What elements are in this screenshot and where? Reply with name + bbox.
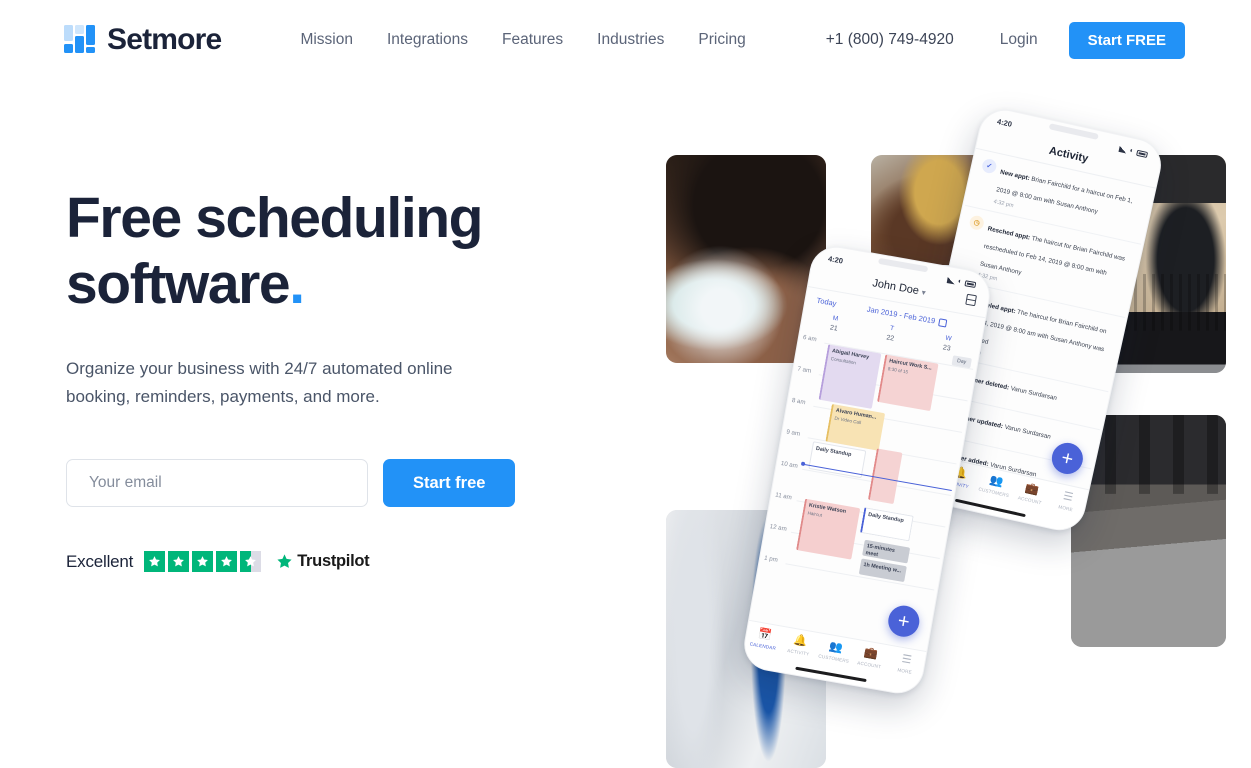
tab-activity[interactable]: 🔔 ACTIVITY (780, 633, 819, 658)
tab-label: ACCOUNT (1017, 495, 1043, 506)
tab-label: MORE (897, 667, 913, 675)
calendar-event[interactable]: Abigail Harvey Consultation (818, 344, 882, 409)
tab-account[interactable]: 💼 ACCOUNT (1011, 480, 1051, 507)
hero-subtitle: Organize your business with 24/7 automat… (66, 359, 453, 406)
hero-title-accent-dot: . (289, 252, 305, 316)
phone-number-link[interactable]: +1 (800) 749-4920 (826, 31, 954, 49)
people-icon: 👥 (988, 473, 1005, 489)
activity-text: The haircut for Brian Fairchild was resc… (979, 234, 1126, 277)
tab-label: MORE (1057, 504, 1074, 513)
start-free-header-button[interactable]: Start FREE (1068, 21, 1185, 59)
signal-icon (946, 276, 956, 284)
star-icon (168, 551, 190, 572)
tab-customers[interactable]: 👥 CUSTOMERS (816, 639, 855, 664)
calendar-event[interactable]: Haircut Work S... 8:30 of 15 (877, 354, 939, 412)
hero-content: Free scheduling software. Organize your … (66, 185, 586, 572)
hour-label: 12 am (769, 523, 788, 533)
start-free-hero-button[interactable]: Start free (383, 459, 516, 507)
clock-icon: ◷ (968, 213, 986, 231)
battery-icon (964, 279, 977, 288)
tab-label: ACTIVITY (786, 647, 810, 657)
bell-icon: 🔔 (792, 633, 809, 649)
email-input[interactable] (66, 459, 368, 507)
event-title: Daily Standup (867, 511, 905, 525)
brand-name: Setmore (107, 23, 222, 56)
signup-form: Start free (66, 459, 586, 507)
status-time: 4:20 (996, 116, 1013, 129)
hour-label: 6 am (802, 333, 818, 344)
trustpilot-star-icon (277, 554, 292, 568)
add-appointment-fab[interactable]: + (885, 603, 922, 640)
check-icon: ✓ (980, 157, 998, 175)
login-link[interactable]: Login (1000, 31, 1038, 49)
tab-label: CUSTOMERS (978, 486, 1010, 499)
star-icon (192, 551, 214, 572)
star-half-icon (240, 551, 262, 572)
activity-kind: New appt: (999, 168, 1031, 183)
calendar-event[interactable]: Daily Standup (859, 507, 914, 542)
hour-label: 1 pm (763, 554, 779, 564)
today-button[interactable]: Today (816, 296, 837, 308)
tab-label: CUSTOMERS (818, 653, 850, 664)
page-title: Free scheduling software. (66, 185, 586, 317)
user-menu[interactable]: John Doe▾ (871, 277, 926, 298)
people-icon: 👥 (827, 640, 844, 655)
tab-calendar[interactable]: 📅 CALENDAR (745, 627, 784, 652)
event-title: 1h Meeting w... (862, 561, 902, 575)
chevron-down-icon: ▾ (920, 287, 927, 298)
calendar-picker-icon[interactable] (938, 317, 948, 328)
menu-icon: ☰ (900, 653, 913, 667)
hour-label: 7 am (796, 365, 812, 375)
nav-item-mission[interactable]: Mission (283, 31, 370, 49)
hour-label: 8 am (791, 396, 807, 407)
calendar-event[interactable]: Kristie Watson Haircut (796, 498, 861, 560)
calendar-icon: 📅 (757, 627, 773, 642)
tab-customers[interactable]: 👥 CUSTOMERS (975, 472, 1015, 499)
tab-more[interactable]: ☰ MORE (886, 652, 925, 677)
site-header: Setmore Mission Integrations Features In… (0, 0, 1251, 80)
brand-logo-link[interactable]: Setmore (64, 23, 222, 57)
event-title: Daily Standup (815, 445, 852, 459)
tab-account[interactable]: 💼 ACCOUNT (851, 645, 890, 670)
user-name: John Doe (871, 277, 920, 298)
signal-icon (1118, 145, 1128, 153)
calendar-grid: 6 am 7 am 8 am 9 am 10 am 11 am 12 am 1 … (756, 333, 977, 610)
hero-image-collage: 4:20 ◐ Activity ✓ New appt: Brian Fairch… (666, 104, 1226, 768)
wifi-icon: ◐ (1128, 147, 1135, 155)
header-actions: +1 (800) 749-4920 Login Start FREE (826, 21, 1185, 59)
tab-label: ACCOUNT (856, 660, 882, 670)
trustpilot-rating[interactable]: Excellent Trustpilot (66, 551, 586, 572)
list-view-icon[interactable] (965, 293, 977, 307)
trustpilot-stars (144, 551, 262, 572)
trustpilot-logo: Trustpilot (276, 552, 370, 571)
status-time: 4:20 (827, 254, 844, 266)
tab-label: CALENDAR (749, 641, 777, 651)
nav-item-integrations[interactable]: Integrations (370, 31, 485, 49)
star-icon (216, 551, 238, 572)
nav-item-pricing[interactable]: Pricing (681, 31, 762, 49)
hero-title-line-2: software (66, 252, 291, 316)
briefcase-icon: 💼 (1024, 481, 1041, 497)
hour-label: 11 am (774, 491, 793, 502)
star-icon (144, 551, 166, 572)
wifi-icon: ◐ (957, 277, 963, 286)
briefcase-icon: 💼 (863, 646, 879, 661)
hour-label: 9 am (785, 428, 801, 438)
tab-more[interactable]: ☰ MORE (1047, 488, 1087, 515)
hour-label: 10 am (780, 459, 799, 470)
calendar-event[interactable]: Alvaro Human... Dr Video Call (825, 403, 886, 451)
nav-item-features[interactable]: Features (485, 31, 580, 49)
hero-title-line-1: Free scheduling (66, 186, 484, 250)
primary-nav: Mission Integrations Features Industries… (283, 31, 762, 49)
trustpilot-brand-name: Trustpilot (297, 552, 370, 570)
nav-item-industries[interactable]: Industries (580, 31, 681, 49)
menu-icon: ☰ (1062, 490, 1075, 504)
trustpilot-rating-word: Excellent (66, 551, 134, 571)
setmore-squares-logo-icon (64, 24, 95, 56)
battery-icon (1136, 149, 1149, 158)
activity-kind: Resched appt: (987, 224, 1031, 242)
